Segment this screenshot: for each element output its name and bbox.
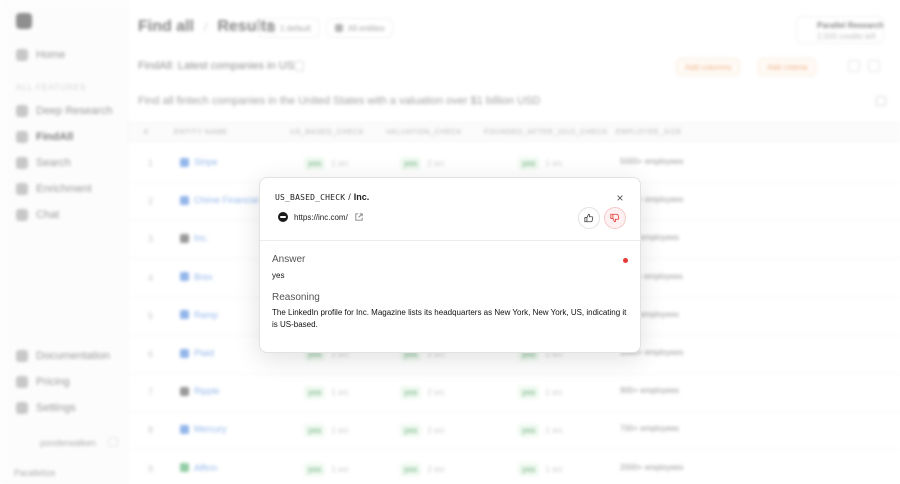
reasoning-label: Reasoning (272, 292, 320, 303)
external-link-icon[interactable] (355, 213, 363, 221)
source-link[interactable]: https://inc.com/ (278, 212, 363, 222)
thumbs-down-button[interactable] (604, 207, 626, 229)
close-icon[interactable]: × (614, 191, 626, 205)
answer-value: yes (272, 271, 285, 280)
reasoning-modal: US_BASED_CHECK / Inc. × https://inc.com/… (259, 177, 641, 353)
modal-title: US_BASED_CHECK / Inc. (275, 192, 369, 202)
site-favicon-icon (278, 212, 288, 222)
status-dot (623, 258, 628, 263)
thumbs-up-button[interactable] (578, 207, 600, 229)
reasoning-text: The LinkedIn profile for Inc. Magazine l… (272, 308, 627, 329)
thumbs-down-icon (610, 213, 620, 223)
thumbs-up-icon (584, 213, 594, 223)
entity-name: Inc. (353, 192, 370, 202)
field-name: US_BASED_CHECK (275, 192, 346, 202)
title-separator: / (348, 192, 351, 202)
answer-label: Answer (272, 254, 306, 265)
modal-header: US_BASED_CHECK / Inc. × https://inc.com/ (260, 178, 640, 241)
source-url[interactable]: https://inc.com/ (294, 213, 348, 222)
